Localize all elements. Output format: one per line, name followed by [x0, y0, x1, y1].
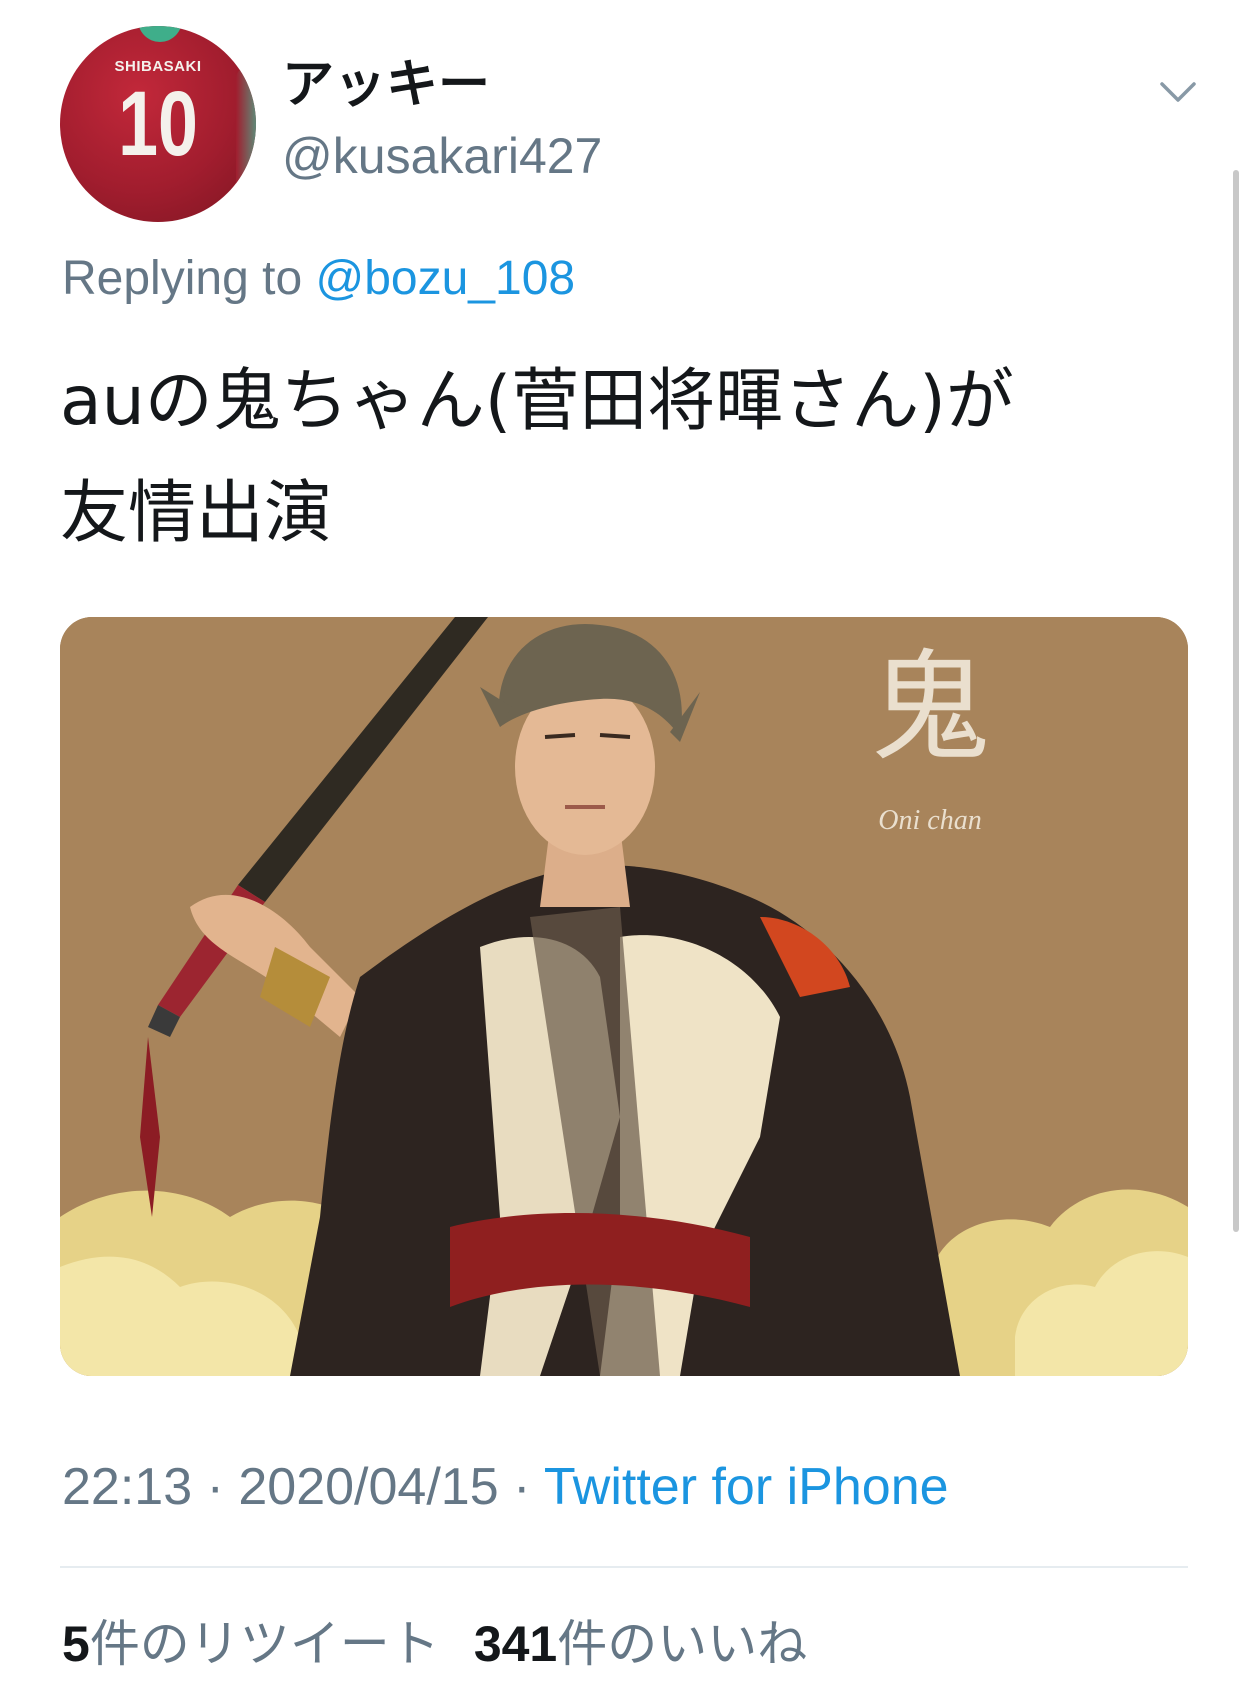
- replying-to: Replying to @bozu_108: [62, 250, 575, 308]
- chevron-down-icon[interactable]: [1156, 74, 1200, 108]
- retweet-count: 5: [62, 1616, 90, 1672]
- replying-to-label: Replying to: [62, 252, 303, 305]
- jersey-sleeve: [236, 66, 256, 206]
- tweet-detail: SHIBASAKI 10 アッキー @kusakari427 Replying …: [0, 0, 1241, 1684]
- meta-separator-2: ·: [498, 1458, 544, 1516]
- media-illustration: 鬼 Oni chan: [60, 617, 1188, 1376]
- retweet-label: 件のリツイート: [89, 1615, 440, 1673]
- tweet-text: auの鬼ちゃん(菅田将暉さん)が 友情出演: [60, 362, 1014, 553]
- like-label: 件のいいね: [557, 1615, 808, 1673]
- display-name[interactable]: アッキー: [282, 54, 490, 116]
- tweet-media-image[interactable]: 鬼 Oni chan: [60, 617, 1188, 1376]
- tweet-time[interactable]: 22:13: [62, 1458, 192, 1516]
- divider: [60, 1566, 1188, 1568]
- media-caption: Oni chan: [878, 805, 981, 836]
- likes-stat[interactable]: 341件のいいね: [474, 1615, 807, 1673]
- media-kanji: 鬼: [870, 639, 990, 778]
- jersey-collar: [138, 26, 182, 42]
- jersey-number: 10: [118, 73, 198, 175]
- tweet-date[interactable]: 2020/04/15: [238, 1458, 498, 1516]
- retweets-stat[interactable]: 5件のリツイート: [62, 1615, 440, 1673]
- tweet-meta: 22:13 · 2020/04/15 · Twitter for iPhone: [62, 1456, 949, 1518]
- meta-separator: ·: [192, 1458, 239, 1516]
- avatar[interactable]: SHIBASAKI 10: [60, 26, 256, 222]
- user-handle[interactable]: @kusakari427: [282, 126, 602, 186]
- reply-mention-link[interactable]: @bozu_108: [315, 252, 575, 305]
- tweet-source-link[interactable]: Twitter for iPhone: [544, 1458, 949, 1516]
- scrollbar[interactable]: [1233, 170, 1239, 1232]
- like-count: 341: [473, 1616, 558, 1672]
- tweet-stats: 5件のリツイート 341件のいいね: [62, 1614, 807, 1674]
